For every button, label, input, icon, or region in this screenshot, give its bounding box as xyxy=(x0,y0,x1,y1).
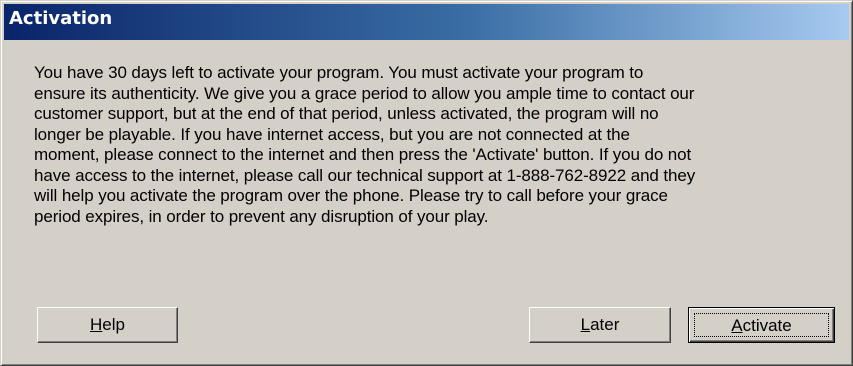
activate-button[interactable]: Activate xyxy=(688,307,835,343)
window-title: Activation xyxy=(9,8,113,29)
title-bar[interactable]: Activation xyxy=(4,4,849,40)
help-button[interactable]: Help xyxy=(37,307,178,343)
later-label-rest: ater xyxy=(590,315,620,334)
activation-message: You have 30 days left to activate your p… xyxy=(34,63,834,227)
activation-dialog: Activation You have 30 days left to acti… xyxy=(0,0,853,366)
later-button[interactable]: Later xyxy=(529,307,671,343)
message-line: You have 30 days left to activate your p… xyxy=(34,63,644,82)
message-line: customer support, but at the end of that… xyxy=(34,104,659,123)
message-line: have access to the internet, please call… xyxy=(34,165,696,185)
message-line: moment, please connect to the internet a… xyxy=(34,145,692,164)
focus-rectangle: Activate xyxy=(694,313,829,337)
message-line: will help you activate the program over … xyxy=(34,186,668,205)
help-label-rest: elp xyxy=(102,315,125,334)
activate-label-rest: ctivate xyxy=(742,316,792,335)
message-line: ensure its authenticity. We give you a g… xyxy=(34,83,695,103)
message-line: longer be playable. If you have internet… xyxy=(34,124,630,144)
help-mnemonic: H xyxy=(90,315,103,334)
activate-mnemonic: A xyxy=(731,316,743,335)
later-mnemonic: L xyxy=(580,315,591,334)
message-line: period expires, in order to prevent any … xyxy=(34,206,489,226)
